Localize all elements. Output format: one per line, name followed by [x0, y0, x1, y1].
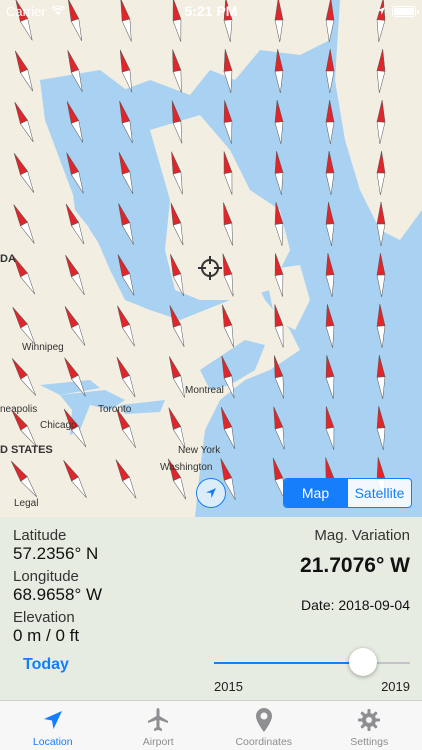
mag-variation-label: Mag. Variation	[314, 527, 410, 544]
location-arrow-icon	[206, 488, 216, 498]
map-label-winnipeg: Winnipeg	[22, 342, 64, 353]
carrier-label: Carrier	[6, 3, 46, 19]
date-slider-fill	[214, 662, 363, 664]
map-type-satellite-option[interactable]: Satellite	[347, 479, 411, 507]
slider-max-label: 2019	[381, 679, 410, 694]
elevation-value: 0 m / 0 ft	[13, 626, 80, 645]
tab-airport-label: Airport	[142, 736, 174, 748]
tab-coordinates[interactable]: Coordinates	[211, 701, 317, 750]
date-slider-thumb[interactable]	[348, 648, 377, 676]
status-bar: Carrier 5:21 PM	[0, 0, 422, 22]
location-arrow-icon	[39, 707, 67, 733]
map-label-toronto: Toronto	[98, 404, 132, 415]
longitude-value: 68.9658° W	[13, 585, 103, 604]
battery-icon	[392, 5, 419, 17]
longitude-label: Longitude	[13, 568, 79, 585]
map-view[interactable]: Winnipeg Montreal Toronto Chicago neapolis Ne…	[0, 0, 422, 517]
today-button[interactable]: Today	[23, 656, 69, 674]
gear-icon	[355, 707, 383, 733]
location-services-icon	[377, 7, 385, 15]
tab-coordinates-label: Coordinates	[235, 736, 293, 748]
map-type-map-option[interactable]: Map	[284, 479, 347, 507]
tab-airport[interactable]: Airport	[106, 701, 212, 750]
mag-variation-value: 21.7076° W	[300, 554, 410, 577]
map-label-new_york: New York	[178, 445, 221, 456]
latitude-label: Latitude	[13, 527, 67, 544]
slider-min-label: 2015	[214, 679, 243, 694]
airplane-icon	[144, 707, 172, 733]
map-label-minneapolis: neapolis	[0, 404, 37, 415]
tab-location-label: Location	[32, 736, 73, 748]
tab-settings[interactable]: Settings	[317, 701, 422, 750]
map-canvas[interactable]: Winnipeg Montreal Toronto Chicagoneapolis Ne…	[0, 0, 422, 517]
tab-location[interactable]: Location	[0, 701, 106, 750]
tab-bar: Location Airport Coordinates Settings	[0, 700, 422, 750]
map-label-states: D STATES	[0, 444, 53, 456]
map-type-segmented-control[interactable]: Map Satellite	[283, 478, 412, 508]
wifi-icon	[50, 6, 65, 15]
map-pin-icon	[250, 707, 278, 733]
elevation-label: Elevation	[13, 609, 75, 626]
date-text: Date: 2018-09-04	[301, 597, 410, 613]
map-label-washington: Washington	[160, 462, 212, 473]
tab-settings-label: Settings	[350, 736, 389, 748]
map-label-legal: Legal	[14, 498, 38, 509]
locate-me-button[interactable]	[196, 478, 226, 508]
map-label-chicago: Chicago	[40, 420, 77, 431]
latitude-value: 57.2356° N	[13, 544, 99, 563]
date-slider[interactable]	[214, 648, 410, 676]
map-label-canada: DA	[0, 253, 16, 265]
map-label-montreal: Montreal	[185, 385, 224, 396]
